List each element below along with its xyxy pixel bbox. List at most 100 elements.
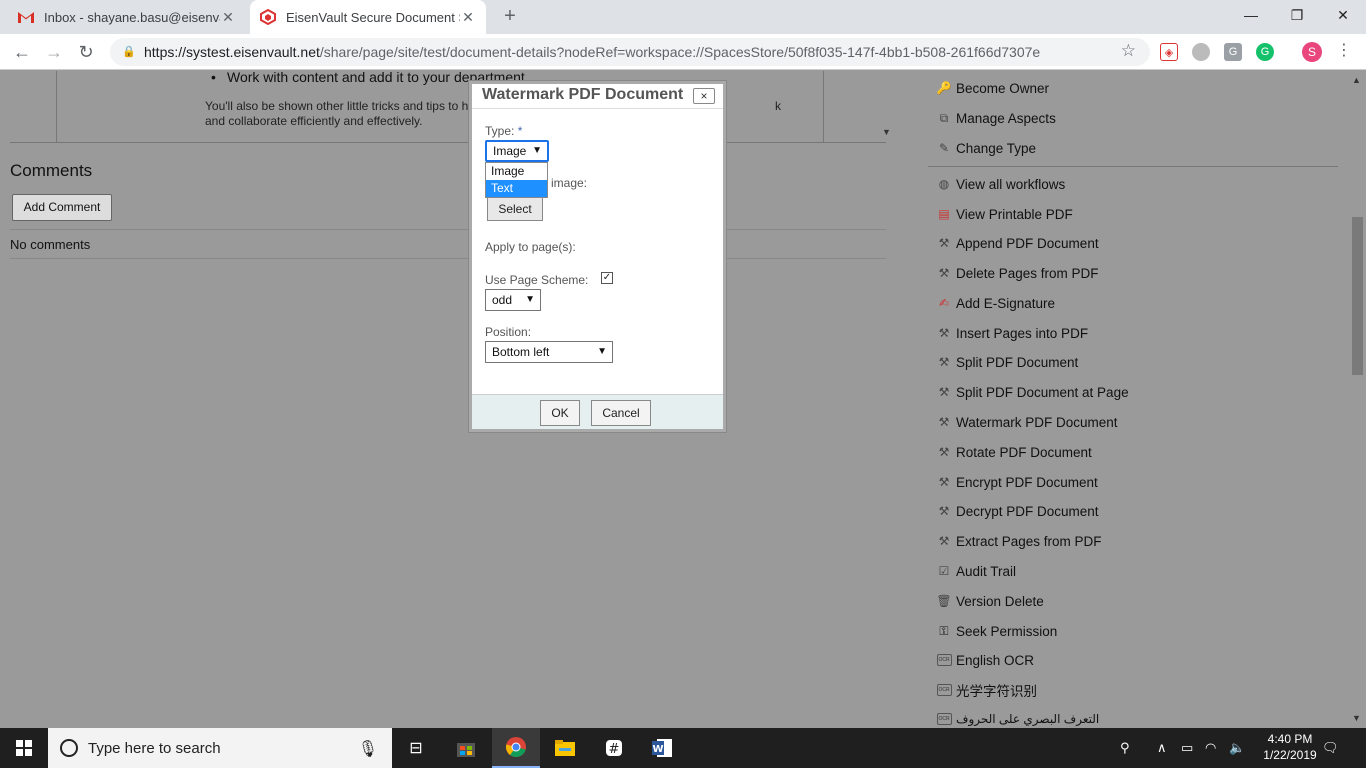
tray-chevron-up-icon[interactable]: ∧ xyxy=(1157,728,1167,768)
action-seek-permission[interactable]: ⚿ Seek Permission xyxy=(936,620,1057,642)
url-host: https://systest.eisenvault.net xyxy=(144,44,320,60)
scroll-up-icon[interactable]: ▲ xyxy=(1352,75,1361,85)
action-view-all-workflows[interactable]: ◍ View all workflows xyxy=(936,173,1066,195)
tab-eisenvault[interactable]: EisenVault Secure Document Stor ✕ xyxy=(250,0,486,34)
key-icon: 🔑 xyxy=(936,81,952,95)
action-add-e-signature[interactable]: ✍ Add E-Signature xyxy=(936,292,1055,314)
word-icon[interactable]: W xyxy=(638,728,686,768)
bookmark-star-icon[interactable]: ☆ xyxy=(1121,41,1136,61)
select-image-button[interactable]: Select xyxy=(487,197,543,221)
extension-circle-icon[interactable] xyxy=(1192,43,1210,61)
action-append-pdf[interactable]: ⚒ Append PDF Document xyxy=(936,232,1099,254)
action-label: Version Delete xyxy=(956,593,1044,609)
back-icon[interactable]: ← xyxy=(10,40,34,64)
g-extension-icon[interactable]: G xyxy=(1224,43,1242,61)
use-page-scheme-checkbox[interactable]: ✓ xyxy=(601,272,613,284)
action-label: Extract Pages from PDF xyxy=(956,533,1102,549)
forward-icon[interactable]: → xyxy=(42,40,66,64)
minimize-icon[interactable]: — xyxy=(1228,0,1274,30)
action-extract-pages[interactable]: ⚒ Extract Pages from PDF xyxy=(936,530,1102,552)
pdf-tools-icon: ⚒ xyxy=(938,236,950,250)
slack-icon[interactable]: # xyxy=(590,728,638,768)
action-view-printable-pdf[interactable]: ▤ View Printable PDF xyxy=(936,203,1072,225)
action-version-delete[interactable]: 🗑 Version Delete xyxy=(936,590,1044,612)
dialog-close-button[interactable]: × xyxy=(693,88,715,104)
task-view-icon[interactable]: ⊟ xyxy=(392,728,440,768)
windows-taskbar: Type here to search 🎙 ⊟ # W ⚲ ∧ ▭ ◠ 🔈 4:… xyxy=(0,728,1366,768)
close-tab-icon[interactable]: ✕ xyxy=(460,9,476,26)
chevron-down-icon: ▼ xyxy=(597,346,607,357)
dialog-body: Type: * Image ▼ Image Text image: Select… xyxy=(472,108,723,394)
scrollbar-thumb[interactable] xyxy=(1352,217,1363,375)
tab-gmail[interactable]: Inbox - shayane.basu@eisenvault ✕ xyxy=(8,0,246,34)
reload-icon[interactable]: ↻ xyxy=(74,40,98,64)
action-split-pdf-at-page[interactable]: ⚒ Split PDF Document at Page xyxy=(936,381,1129,403)
action-split-pdf[interactable]: ⚒ Split PDF Document xyxy=(936,351,1079,373)
close-window-icon[interactable]: ✕ xyxy=(1320,0,1366,30)
action-change-type[interactable]: ✎ Change Type xyxy=(936,137,1036,159)
restore-icon[interactable]: ❐ xyxy=(1274,0,1320,30)
store-icon[interactable] xyxy=(442,728,490,768)
action-manage-aspects[interactable]: ⧉ Manage Aspects xyxy=(936,107,1056,129)
action-rotate-pdf[interactable]: ⚒ Rotate PDF Document xyxy=(936,441,1092,463)
apply-pages-label: Apply to page(s): xyxy=(485,240,576,254)
type-label: Type: * xyxy=(485,124,522,138)
windows-start-icon[interactable] xyxy=(0,728,48,768)
chrome-icon[interactable] xyxy=(492,728,540,768)
add-comment-button[interactable]: Add Comment xyxy=(12,194,112,221)
pdf-tools-icon: ⚒ xyxy=(938,415,950,429)
page-scheme-value: odd xyxy=(492,293,513,307)
pdf-tools-icon: ⚒ xyxy=(938,326,950,340)
page-scheme-select[interactable]: odd ▼ xyxy=(485,289,541,311)
scroll-down-icon[interactable]: ▼ xyxy=(1352,713,1361,723)
position-select[interactable]: Bottom left ▼ xyxy=(485,341,613,363)
workflow-icon: ◍ xyxy=(938,177,950,191)
close-tab-icon[interactable]: ✕ xyxy=(220,9,236,26)
action-encrypt-pdf[interactable]: ⚒ Encrypt PDF Document xyxy=(936,471,1098,493)
use-page-scheme-label: Use Page Scheme: xyxy=(485,273,589,287)
action-label: Audit Trail xyxy=(956,563,1017,579)
address-bar[interactable]: 🔒 https://systest.eisenvault.net/share/p… xyxy=(110,38,1150,66)
page-scrollbar[interactable]: ▲ ▼ xyxy=(1349,71,1366,728)
new-tab-icon[interactable]: + xyxy=(498,5,522,29)
profile-avatar[interactable]: S xyxy=(1302,42,1322,62)
taskbar-clock[interactable]: 4:40 PM 1/22/2019 xyxy=(1258,731,1322,763)
action-become-owner[interactable]: 🔑 Become Owner xyxy=(936,77,1050,99)
required-mark: * xyxy=(517,124,523,138)
action-arabic-ocr[interactable]: OCR التعرف البصري على الحروف xyxy=(936,708,1099,728)
type-option-text[interactable]: Text xyxy=(486,180,547,197)
grammarly-icon[interactable]: G xyxy=(1256,43,1274,61)
action-insert-pages[interactable]: ⚒ Insert Pages into PDF xyxy=(936,322,1088,344)
action-decrypt-pdf[interactable]: ⚒ Decrypt PDF Document xyxy=(936,500,1099,522)
eisenvault-extension-icon[interactable]: ◈ xyxy=(1160,43,1178,61)
clock-date: 1/22/2019 xyxy=(1263,748,1317,762)
lock-icon: 🔒 xyxy=(122,46,136,58)
taskbar-search[interactable]: Type here to search 🎙 xyxy=(48,728,392,768)
action-audit-trail[interactable]: ☑ Audit Trail xyxy=(936,560,1016,582)
action-chinese-ocr[interactable]: OCR 光学字符识别 xyxy=(936,679,1037,701)
wifi-icon[interactable]: ◠ xyxy=(1205,728,1216,768)
action-label: Delete Pages from PDF xyxy=(956,265,1099,281)
type-dropdown-list: Image Text xyxy=(485,162,548,198)
battery-icon[interactable]: ▭ xyxy=(1181,728,1193,768)
type-select[interactable]: Image ▼ xyxy=(485,140,549,162)
volume-icon[interactable]: 🔈 xyxy=(1229,728,1245,768)
type-label-text: Type: xyxy=(485,124,515,138)
browser-menu-icon[interactable]: ⋮ xyxy=(1336,42,1352,60)
scroll-down-icon[interactable]: ▼ xyxy=(882,127,891,137)
ok-button[interactable]: OK xyxy=(540,400,580,426)
microphone-icon[interactable]: 🎙 xyxy=(358,739,378,759)
aspects-icon: ⧉ xyxy=(939,110,949,125)
dialog-footer: OK Cancel xyxy=(472,394,723,429)
people-icon[interactable]: ⚲ xyxy=(1120,728,1130,768)
type-option-image[interactable]: Image xyxy=(486,163,547,180)
action-watermark-pdf[interactable]: ⚒ Watermark PDF Document xyxy=(936,411,1118,433)
action-label: Insert Pages into PDF xyxy=(956,325,1089,341)
pdf-tools-icon: ⚒ xyxy=(938,445,950,459)
file-explorer-icon[interactable] xyxy=(541,728,589,768)
action-delete-pages[interactable]: ⚒ Delete Pages from PDF xyxy=(936,262,1099,284)
action-english-ocr[interactable]: OCR English OCR xyxy=(936,649,1034,671)
action-label: Split PDF Document xyxy=(956,354,1079,370)
notifications-icon[interactable]: 🗨 xyxy=(1322,728,1339,768)
cancel-button[interactable]: Cancel xyxy=(591,400,651,426)
